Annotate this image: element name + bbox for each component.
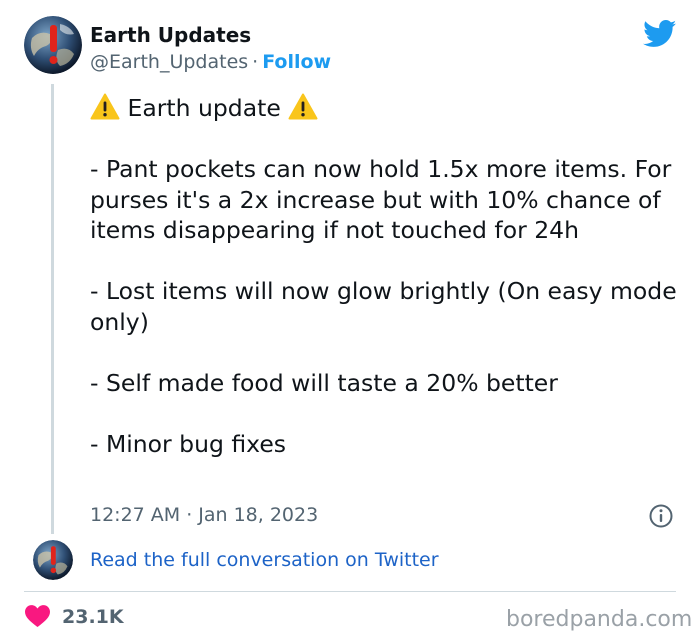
warning-icon (90, 93, 120, 120)
earth-avatar-icon (24, 16, 82, 74)
tweet-line-bug-fixes: - Minor bug fixes (90, 429, 287, 458)
tweet-time: 12:27 AM (90, 504, 181, 526)
handle-separator: · (252, 51, 259, 73)
thread-line (51, 84, 54, 534)
earth-avatar-icon (33, 540, 73, 580)
handle[interactable]: @Earth_Updates (90, 51, 248, 73)
info-icon[interactable] (648, 503, 674, 529)
tweet-heading-line: Earth update (90, 93, 680, 124)
watermark: boredpanda.com (506, 607, 693, 632)
handle-row: @Earth_Updates · Follow (90, 48, 331, 76)
conversation-avatar[interactable] (33, 540, 73, 580)
twitter-bird-icon[interactable] (643, 20, 677, 48)
follow-button[interactable]: Follow (262, 51, 331, 73)
timestamp-separator: · (186, 504, 193, 526)
divider (24, 591, 676, 592)
tweet-date: Jan 18, 2023 (198, 504, 319, 526)
heart-icon[interactable] (25, 605, 50, 627)
tweet-heading: Earth update (127, 94, 281, 122)
warning-icon (288, 93, 318, 120)
tweet-line-pockets: - Pant pockets can now hold 1.5x more it… (90, 155, 679, 244)
like-count[interactable]: 23.1K (62, 603, 124, 631)
tweet-body: Earth update - Pant pockets can now hold… (90, 93, 680, 459)
author-avatar[interactable] (24, 16, 82, 74)
display-name[interactable]: Earth Updates (90, 21, 251, 49)
tweet-line-food: - Self made food will taste a 20% better (90, 368, 558, 397)
tweet-timestamp[interactable]: 12:27 AM · Jan 18, 2023 (90, 501, 318, 529)
tweet-line-lost-items: - Lost items will now glow brightly (On … (90, 277, 685, 336)
read-conversation-link[interactable]: Read the full conversation on Twitter (90, 546, 439, 574)
